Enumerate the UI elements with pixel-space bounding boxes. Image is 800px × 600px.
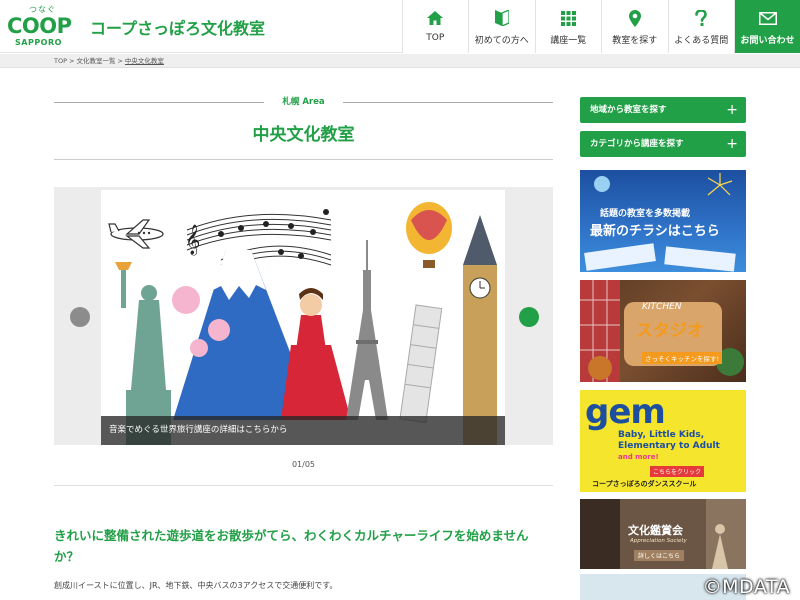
nav-item-beginner[interactable]: 初めての方へ — [468, 0, 535, 53]
culture-appreciation-banner[interactable]: 文化鑑賞会 Appreciation Society 詳しくはこちら — [580, 499, 746, 569]
nav-label: 講座一覧 — [550, 36, 587, 46]
flyer-title: 最新のチラシはこちら — [590, 224, 720, 239]
grid-icon — [536, 9, 602, 27]
culture-subtitle: Appreciation Society — [630, 538, 687, 544]
nav-item-contact[interactable]: お問い合わせ — [734, 0, 800, 53]
breadcrumb-top[interactable]: TOP — [54, 57, 67, 65]
area-label: 札幌 Area — [282, 97, 325, 107]
slide-image-world-travel[interactable]: 𝄞 — [101, 190, 505, 445]
plus-icon: + — [726, 136, 738, 152]
slider-next-button[interactable] — [519, 307, 539, 327]
nav-item-courses[interactable]: 講座一覧 — [534, 0, 602, 53]
home-icon — [403, 9, 469, 27]
button-label: カテゴリから講座を探す — [590, 139, 684, 149]
mail-icon — [735, 9, 800, 27]
nav-item-find-classroom[interactable]: 教室を探す — [601, 0, 668, 53]
lead-text: きれいに整備された遊歩道をお散歩がてら、わくわくカルチャーライフを始めませんか？ — [54, 528, 529, 564]
question-icon — [669, 9, 735, 27]
gem-logo: gem — [585, 392, 666, 432]
beginner-leaf-icon — [469, 9, 535, 27]
gem-cta: こちらをクリック — [650, 466, 705, 477]
nav-label: お問い合わせ — [740, 36, 795, 46]
map-pin-icon — [602, 9, 668, 27]
hero-slider: 𝄞 音楽でめぐる世界旅行講座の詳細はこちらから — [54, 187, 553, 445]
gem-school-name: コープさっぽろのダンススクール — [592, 480, 697, 488]
divider — [343, 102, 553, 103]
plus-icon: + — [726, 102, 738, 118]
culture-title: 文化鑑賞会 — [628, 524, 683, 537]
search-by-area-button[interactable]: 地域から教室を探す + — [580, 97, 746, 123]
nav-item-faq[interactable]: よくある質問 — [667, 0, 735, 53]
svg-text:𝄞: 𝄞 — [185, 224, 200, 256]
breadcrumb: TOP > 文化教室一覧 > 中央文化教室 — [0, 54, 800, 68]
nav-label: 初めての方へ — [474, 36, 529, 46]
breadcrumb-current[interactable]: 中央文化教室 — [125, 57, 164, 65]
page-title: 中央文化教室 — [252, 125, 355, 145]
slide-caption[interactable]: 音楽でめぐる世界旅行講座の詳細はこちらから — [101, 416, 505, 445]
breadcrumb-separator: > — [117, 57, 123, 65]
slider-prev-button[interactable] — [70, 307, 90, 327]
kitchen-title: スタジオ — [636, 321, 704, 341]
gem-more: and more! — [618, 453, 659, 461]
nav-label: 教室を探す — [612, 36, 658, 46]
culture-cta: 詳しくはこちら — [634, 550, 685, 561]
kitchen-label: KITCHEN — [642, 302, 682, 312]
search-by-category-button[interactable]: カテゴリから講座を探す + — [580, 131, 746, 157]
site-title[interactable]: コープさっぽろ文化教室 — [90, 15, 265, 39]
coop-sapporo-logo[interactable]: つなぐ COOP SAPPORO — [7, 4, 81, 48]
flyer-subtitle: 話題の教室を多数掲載 — [600, 209, 691, 219]
body-text: 創成川イーストに位置し、JR、地下鉄、中央バスの3アクセスで交通便利です。 — [54, 581, 338, 590]
slide-counter: 01/05 — [291, 460, 316, 469]
gem-dance-school-banner[interactable]: gem Baby, Little Kids, Elementary to Adu… — [580, 390, 746, 492]
nav-label: よくある質問 — [674, 36, 729, 46]
nav-item-top[interactable]: TOP — [401, 0, 469, 53]
logo-main: COOP — [7, 14, 72, 38]
breadcrumb-separator: > — [69, 57, 75, 65]
kitchen-cta: さっそくキッチンを探す! — [642, 352, 723, 364]
area-heading: 札幌 Area — [54, 95, 553, 109]
nav-label: TOP — [426, 33, 445, 43]
divider — [54, 485, 553, 486]
breadcrumb-list[interactable]: 文化教室一覧 — [76, 57, 115, 65]
divider — [54, 159, 553, 160]
logo-sub: SAPPORO — [15, 38, 62, 47]
gem-tagline: Baby, Little Kids, Elementary to Adult — [618, 430, 720, 451]
kitchen-studio-banner[interactable]: KITCHEN スタジオ さっそくキッチンを探す! — [580, 280, 746, 382]
button-label: 地域から教室を探す — [590, 105, 667, 115]
global-nav: TOP 初めての方へ 講座一覧 教室を探す よくある質問 お問い合わせ — [401, 0, 800, 53]
flyer-banner[interactable]: 話題の教室を多数掲載 最新のチラシはこちら — [580, 170, 746, 272]
site-header: つなぐ COOP SAPPORO コープさっぽろ文化教室 TOP 初めての方へ — [0, 0, 800, 53]
watermark: ©MDATA — [702, 576, 790, 598]
